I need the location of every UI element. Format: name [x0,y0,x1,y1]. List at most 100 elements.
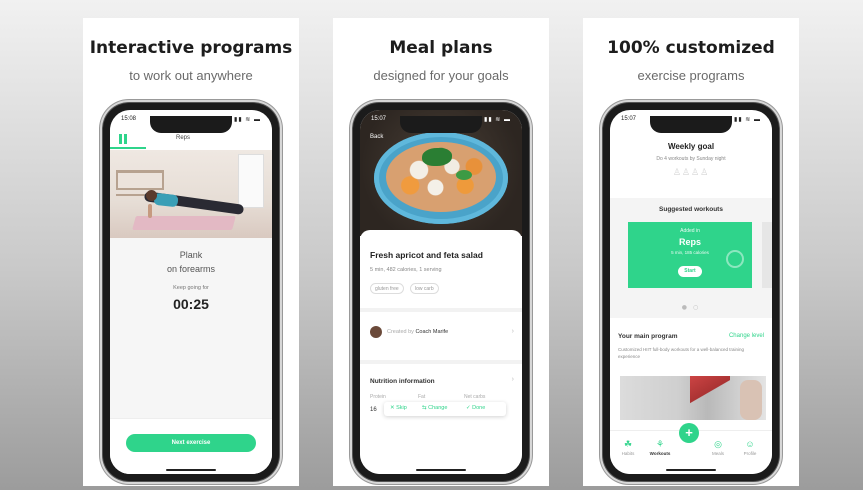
card-interactive-programs: Interactive programs to work out anywher… [83,18,299,486]
status-time: 15:07 [621,116,637,122]
progress-indicator [110,147,146,149]
photo-figure [690,376,730,420]
status-time: 15:07 [371,116,387,122]
carousel-dots[interactable]: ● ○ [610,304,772,311]
chevron-right-icon[interactable]: › [512,376,514,383]
workout-card-reps[interactable]: Added in Reps 5 min, 185 calories Start [628,222,752,288]
skip-button[interactable]: ✕ Skip [390,405,407,411]
keep-going-label: Keep going for [173,285,209,291]
home-indicator[interactable] [666,469,716,471]
workout-card-title: Reps [678,237,701,247]
tag-gluten-free[interactable]: gluten free [370,283,404,294]
recipe-meta: 5 min, 482 calories, 1 serving [370,267,442,273]
coach-credit[interactable]: Created by Coach Marife [387,329,448,335]
nutrition-col-fat: Fat [418,394,426,400]
leaf-icon: ☘ [623,439,633,449]
photo-person-arm [148,204,152,218]
exercise-name-line1: Plank [179,250,203,260]
card-title: 100% customized [607,38,775,58]
skip-label: Skip [396,405,407,411]
pause-icon[interactable] [119,134,127,144]
tag-low-carb[interactable]: low carb [410,283,439,294]
created-by-label: Created by [387,329,414,335]
card-title: Interactive programs [89,38,293,58]
change-label: Change [428,405,448,411]
photo-mat [132,216,236,230]
meal-action-bar: ✕ Skip ⇆ Change ✓ Done [384,402,506,416]
nav-meals[interactable]: ◎ Meals [704,439,732,456]
phone-frame: 15:07 ▮▮ ≋ ▬ Back Fresh apricot and feta… [353,103,529,481]
next-workout-card[interactable] [762,222,772,288]
status-icons: ▮▮ ≋ ▬ [734,117,761,123]
exercise-photo [110,150,272,238]
phone-screen-workout: 15:08 ▮▮ ≋ ▬ Reps Plank on forearms Keep… [110,110,272,474]
weekly-goal-title: Weekly goal [667,142,715,151]
nav-workouts-label: Workouts [649,451,671,456]
status-icons: ▮▮ ≋ ▬ [234,117,261,123]
photo-herbs-small [456,170,472,180]
nav-profile[interactable]: ☺ Profile [736,439,764,456]
workout-tabbar: Reps [110,132,272,150]
status-icons: ▮▮ ≋ ▬ [484,117,511,123]
photo-figure-right [740,380,762,420]
phone-notch [650,116,732,133]
exercise-name-line2: on forearms [166,264,216,274]
start-button[interactable]: Start [678,266,702,277]
workout-icon: ⚘ [655,439,665,449]
nav-workouts[interactable]: ⚘ Workouts [646,439,674,456]
done-button[interactable]: ✓ Done [466,405,485,411]
card-title: Meal plans [389,38,493,58]
photo-window [238,154,264,208]
phone-screen-meal: 15:07 ▮▮ ≋ ▬ Back Fresh apricot and feta… [360,110,522,474]
home-indicator[interactable] [166,469,216,471]
chevron-right-icon[interactable]: › [512,328,514,335]
workout-footer: Next exercise [110,418,272,474]
nav-profile-label: Profile [743,451,757,456]
nav-meals-label: Meals [711,451,724,456]
status-time: 15:08 [121,116,137,122]
next-exercise-button[interactable]: Next exercise [126,434,256,452]
bottom-nav: ☘ Habits ⚘ Workouts + ◎ Meals ☺ Profile [610,423,772,474]
home-indicator[interactable] [416,469,466,471]
workout-card-kicker: Added in [680,228,700,234]
photo-person-head [146,190,157,201]
photo-person-top [153,192,179,208]
program-description: Customized HIIT full-body workouts for a… [618,347,744,359]
program-photo[interactable] [620,376,766,420]
nutrition-col-net-carbs: Net carbs [464,394,486,400]
nav-habits[interactable]: ☘ Habits [614,439,642,456]
coach-name: Coach Marife [415,329,449,335]
suggested-workouts-title: Suggested workouts [659,206,723,213]
done-label: Done [472,405,486,411]
divider [360,308,522,312]
exercise-name: Plank on forearms [110,248,272,276]
main-program-title: Your main program [618,333,678,340]
back-button[interactable]: Back [370,134,383,140]
recipe-title: Fresh apricot and feta salad [370,250,483,260]
weekly-goal-subtitle: Do 4 workouts by Sunday night [656,156,726,162]
goal-progress-icons: ♙♙♙♙ [672,168,710,178]
phone-frame: 15:08 ▮▮ ≋ ▬ Reps Plank on forearms Keep… [103,103,279,481]
phone-frame: 15:07 ▮▮ ≋ ▬ Weekly goal Do 4 workouts b… [603,103,779,481]
add-button[interactable]: + [679,423,699,443]
card-subtitle: exercise programs [637,68,745,83]
card-subtitle: to work out anywhere [129,68,253,83]
profile-icon: ☺ [745,439,755,449]
phone-screen-home: 15:07 ▮▮ ≋ ▬ Weekly goal Do 4 workouts b… [610,110,772,474]
nutrition-col-protein: Protein [370,394,386,400]
change-level-link[interactable]: Change level [729,333,764,339]
divider [360,360,522,364]
phone-notch [150,116,232,133]
avatar [370,326,382,338]
photo-shelf [116,170,164,190]
card-customized: 100% customized exercise programs 15:07 … [583,18,799,486]
change-button[interactable]: ⇆ Change [422,405,447,411]
protein-value: 16 [370,407,377,413]
card-subtitle: designed for your goals [373,68,509,83]
card-meal-plans: Meal plans designed for your goals 15:07… [333,18,549,486]
exercise-timer: 00:25 [173,296,209,312]
phone-notch [400,116,482,133]
tab-reps[interactable]: Reps [176,135,190,141]
photo-herbs [422,148,452,166]
workout-badge-icon [726,250,744,268]
